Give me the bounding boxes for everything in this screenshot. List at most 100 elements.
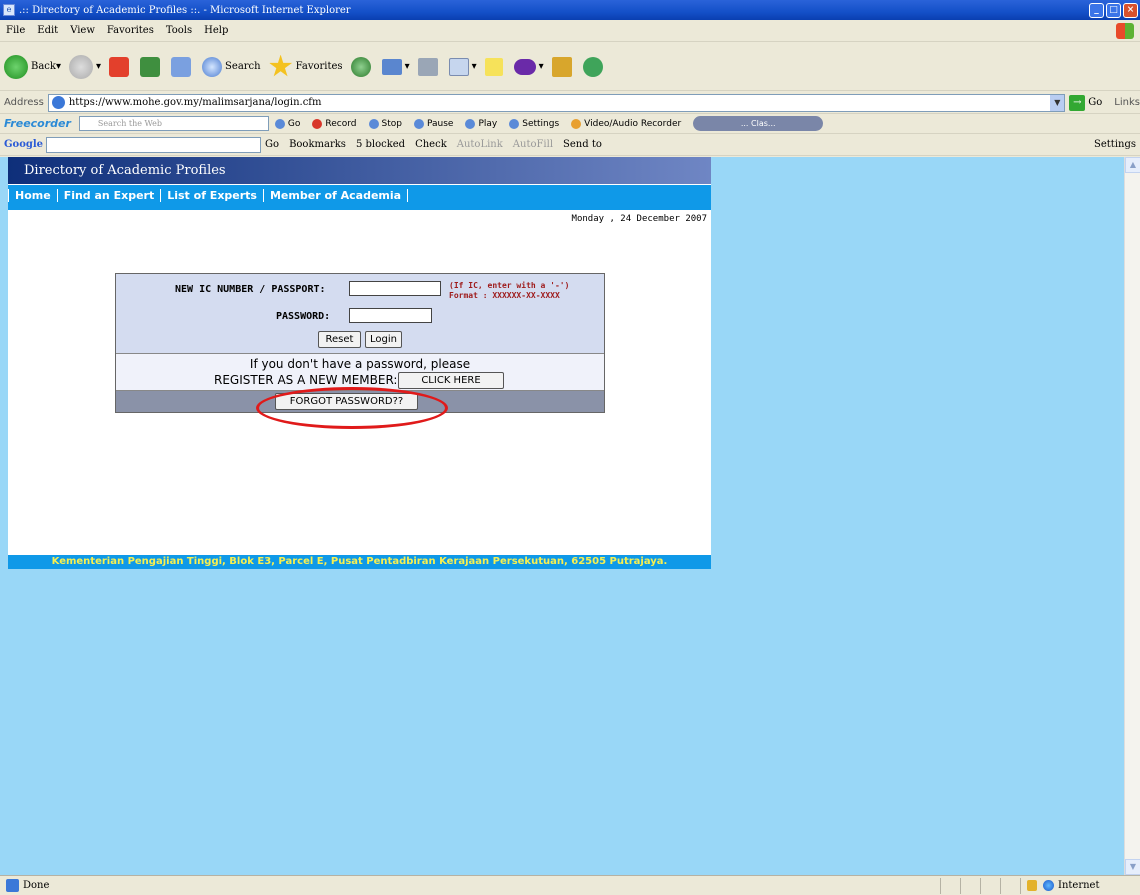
login-form: NEW IC NUMBER / PASSPORT: (If IC, enter … — [116, 274, 604, 354]
go-arrow-icon: → — [1069, 94, 1086, 111]
search-button[interactable]: Search — [202, 56, 261, 77]
standard-toolbar: Back ▾ ▾ Search Favorites ▾ ▾ ▾ — [0, 43, 1140, 91]
yahoo-messenger-icon — [513, 58, 536, 75]
stop-record-icon — [368, 118, 379, 129]
google-logo[interactable]: Google — [0, 139, 43, 150]
freecorder-settings-button[interactable]: Settings — [509, 118, 560, 129]
login-button[interactable]: Login — [365, 331, 402, 348]
stop-label: Stop — [381, 118, 402, 129]
password-label: PASSWORD: — [276, 311, 331, 322]
back-button[interactable]: Back ▾ — [4, 54, 61, 79]
window-title: .:: Directory of Academic Profiles ::. -… — [19, 4, 351, 16]
menu-help[interactable]: Help — [198, 25, 234, 36]
site-footer: Kementerian Pengajian Tinggi, Blok E3, P… — [8, 555, 711, 569]
page-status-icon — [6, 879, 19, 892]
register-text-line2: REGISTER AS A NEW MEMBER: — [214, 373, 398, 387]
menu-favorites[interactable]: Favorites — [101, 25, 160, 36]
menu-file[interactable]: File — [0, 25, 31, 36]
minimize-button[interactable]: _ — [1089, 2, 1104, 18]
msn-icon — [551, 56, 572, 77]
current-date: Monday , 24 December 2007 — [571, 214, 707, 224]
status-cell — [960, 877, 980, 894]
recorder-button[interactable]: Video/Audio Recorder — [571, 118, 681, 129]
messenger-button[interactable] — [582, 56, 606, 77]
notes-icon — [484, 57, 503, 76]
freecorder-go-button[interactable]: Go — [274, 118, 300, 129]
clas-widget[interactable]: ... Clas... — [693, 116, 824, 131]
popup-blocked-button[interactable]: 5 blocked — [356, 139, 405, 150]
favorites-button[interactable]: Favorites — [269, 54, 343, 79]
click-here-button[interactable]: CLICK HERE — [398, 372, 504, 389]
edit-page-icon — [448, 57, 469, 76]
status-cell — [940, 877, 960, 894]
record-label: Record — [325, 118, 357, 129]
forward-arrow-icon — [69, 54, 94, 79]
forward-button[interactable]: ▾ — [69, 54, 101, 79]
vertical-scrollbar[interactable]: ▲ ▼ — [1124, 157, 1140, 875]
maximize-button[interactable]: □ — [1106, 2, 1121, 18]
address-label: Address — [4, 97, 44, 108]
password-input[interactable] — [349, 308, 432, 323]
recorder-icon — [571, 118, 582, 129]
scroll-up-icon[interactable]: ▲ — [1125, 157, 1140, 173]
reset-button[interactable]: Reset — [318, 331, 361, 348]
stop-button[interactable] — [109, 56, 132, 77]
play-button[interactable]: Play — [465, 118, 497, 129]
back-label: Back — [31, 61, 56, 72]
home-button[interactable] — [171, 56, 194, 77]
links-button[interactable]: Links — [1114, 97, 1140, 108]
address-url: https://www.mohe.gov.my/malimsarjana/log… — [68, 97, 322, 108]
stop-record-button[interactable]: Stop — [368, 118, 402, 129]
address-input[interactable]: https://www.mohe.gov.my/malimsarjana/log… — [47, 93, 1066, 112]
edit-button[interactable]: ▾ — [448, 57, 477, 76]
autolink-button[interactable]: AutoLink — [457, 139, 503, 150]
menu-edit[interactable]: Edit — [31, 25, 64, 36]
freecorder-logo[interactable]: Freecorder — [0, 117, 71, 130]
freecorder-search-input[interactable]: Search the Web — [78, 116, 269, 131]
back-arrow-icon — [4, 54, 28, 79]
spell-check-button[interactable]: Check — [415, 139, 447, 150]
browser-viewport: Directory of Academic Profiles Home Find… — [0, 157, 1124, 875]
ic-input[interactable] — [349, 281, 441, 296]
google-go-button[interactable]: Go — [265, 139, 279, 150]
windows-logo-icon — [1116, 22, 1134, 39]
nav-list-experts[interactable]: List of Experts — [160, 189, 263, 202]
register-text-line1: If you don't have a password, please — [249, 357, 471, 371]
go-icon — [274, 118, 285, 129]
send-to-button[interactable]: Send to — [563, 139, 602, 150]
scroll-down-icon[interactable]: ▼ — [1125, 859, 1140, 875]
record-button[interactable]: Record — [312, 118, 357, 129]
freecorder-settings-label: Settings — [522, 118, 560, 129]
messenger-people-icon — [582, 56, 603, 77]
nav-home[interactable]: Home — [8, 189, 57, 202]
window-title-bar: e .:: Directory of Academic Profiles ::.… — [0, 0, 1140, 20]
menu-view[interactable]: View — [64, 25, 101, 36]
address-dropdown-icon[interactable]: ▼ — [1050, 94, 1065, 111]
refresh-icon — [140, 56, 161, 77]
yahoo-button[interactable]: ▾ — [513, 58, 544, 75]
mail-button[interactable]: ▾ — [381, 58, 410, 75]
address-bar: Address https://www.mohe.gov.my/malimsar… — [0, 92, 1140, 114]
go-button[interactable]: → Go — [1069, 94, 1102, 111]
close-button[interactable]: × — [1123, 2, 1138, 18]
google-search-input[interactable] — [46, 136, 262, 153]
search-label: Search — [225, 61, 261, 72]
pause-button[interactable]: Pause — [413, 118, 453, 129]
bookmarks-button[interactable]: Bookmarks — [289, 139, 346, 150]
nav-member-academia[interactable]: Member of Academia — [262, 189, 409, 202]
google-toolbar: Google Go Bookmarks 5 blocked Check Auto… — [0, 134, 1140, 156]
web-page: Directory of Academic Profiles Home Find… — [8, 157, 711, 569]
menu-tools[interactable]: Tools — [160, 25, 198, 36]
notes-button[interactable] — [484, 57, 506, 76]
print-button[interactable] — [417, 57, 441, 76]
security-zone[interactable]: Internet — [1020, 877, 1140, 894]
msn-button[interactable] — [551, 56, 575, 77]
autofill-button[interactable]: AutoFill — [513, 139, 553, 150]
nav-find-expert[interactable]: Find an Expert — [56, 189, 161, 202]
history-button[interactable] — [350, 56, 374, 77]
record-icon — [312, 118, 323, 129]
lock-icon — [1027, 880, 1037, 891]
google-settings-button[interactable]: Settings — [1094, 139, 1136, 150]
status-cell — [1000, 877, 1020, 894]
refresh-button[interactable] — [140, 56, 163, 77]
